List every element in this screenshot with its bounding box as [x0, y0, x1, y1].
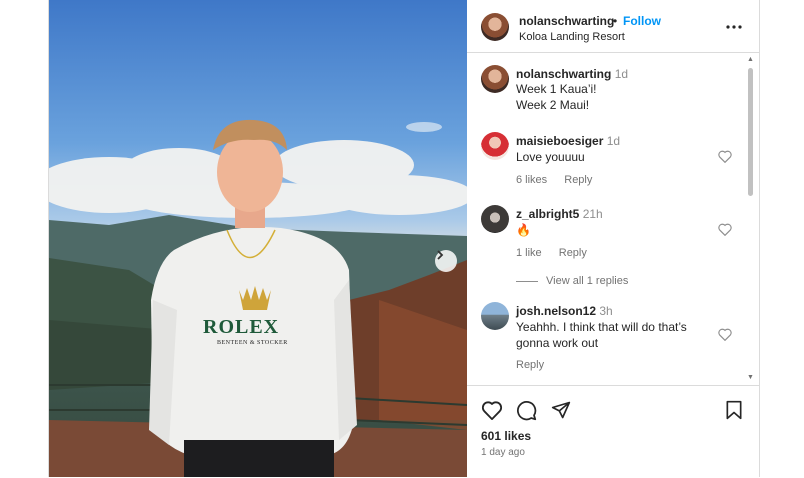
comment-avatar[interactable] — [481, 132, 509, 160]
comment-username[interactable]: josh.nelson12 3h — [516, 304, 613, 318]
comments-list: nolanschwarting 1d Week 1 Kaua’i! Week 2… — [467, 53, 759, 383]
comment-text: Yeahhh. I think that will do that’s gonn… — [516, 319, 687, 351]
comment-line: Week 2 Maui! — [516, 98, 590, 112]
author-avatar[interactable] — [481, 13, 509, 41]
comment-heart-icon[interactable] — [718, 150, 732, 163]
share-icon[interactable] — [551, 400, 571, 420]
comment-text: Love youuuu — [516, 150, 585, 164]
next-photo-button[interactable] — [435, 250, 457, 272]
comment-username[interactable]: nolanschwarting 1d — [516, 67, 628, 81]
bookmark-icon[interactable] — [725, 400, 743, 420]
more-dots-icon — [726, 25, 742, 29]
comments-scrollbar[interactable]: ▲ ▼ — [746, 56, 754, 384]
comment-heart-icon[interactable] — [718, 328, 732, 341]
like-count[interactable]: 601 likes — [481, 429, 531, 443]
comment-line: Week 1 Kaua’i! — [516, 82, 597, 96]
scroll-down-arrow-icon[interactable]: ▼ — [747, 374, 754, 381]
comment-username-text[interactable]: maisieboesiger — [516, 134, 603, 148]
comment-meta: 1 like Reply — [516, 247, 601, 259]
comment-username-text[interactable]: z_albright5 — [516, 207, 579, 221]
comment-username[interactable]: z_albright5 21h — [516, 207, 603, 221]
photo-scene — [49, 119, 467, 477]
comment-time: 1d — [614, 67, 629, 81]
comment-text: 🔥 — [516, 223, 531, 237]
shirt-print-subtext: BENTEEN & STOCKER — [217, 340, 288, 346]
comment-likes[interactable]: 1 like — [516, 247, 542, 259]
view-replies-button[interactable]: View all 1 replies — [516, 275, 628, 287]
comment-time: 3h — [599, 304, 613, 318]
comment-meta: 6 likes Reply — [516, 174, 606, 186]
comment-time: 21h — [582, 207, 603, 221]
comment-avatar[interactable] — [481, 65, 509, 93]
post-photo: ROLEX BENTEEN & STOCKER — [49, 0, 467, 477]
comment-line: gonna work out — [516, 336, 599, 350]
heart-icon[interactable] — [481, 400, 503, 420]
comment-meta: Reply — [516, 359, 558, 371]
comment-reply-button[interactable]: Reply — [564, 174, 592, 186]
separator-dot: • — [613, 14, 618, 28]
follow-button[interactable]: Follow — [623, 14, 661, 28]
post-timestamp[interactable]: 1 day ago — [481, 447, 525, 458]
post-actions: 601 likes 1 day ago — [467, 385, 759, 478]
comment-username-text[interactable]: josh.nelson12 — [516, 304, 596, 318]
comment-avatar[interactable] — [481, 302, 509, 330]
comment-icon[interactable] — [516, 400, 537, 421]
comment-time: 1d — [606, 134, 621, 148]
shirt-print-text: ROLEX — [203, 316, 280, 338]
comment-text: Week 1 Kaua’i! Week 2 Maui! — [516, 81, 597, 113]
post-side-panel: nolanschwarting • Follow Koloa Landing R… — [467, 0, 759, 477]
instagram-post: ROLEX BENTEEN & STOCKER nolanschwarting … — [48, 0, 760, 477]
chevron-right-icon — [437, 250, 444, 260]
comment-reply-button[interactable]: Reply — [516, 359, 544, 371]
comment-line: Yeahhh. I think that will do that’s — [516, 320, 687, 334]
author-username[interactable]: nolanschwarting — [519, 14, 614, 28]
more-options-button[interactable] — [726, 16, 742, 34]
comment-heart-icon[interactable] — [718, 223, 732, 236]
scrollbar-thumb[interactable] — [748, 68, 753, 196]
scroll-up-arrow-icon[interactable]: ▲ — [747, 56, 754, 63]
comment-likes[interactable]: 6 likes — [516, 174, 547, 186]
comment-avatar[interactable] — [481, 205, 509, 233]
comment-username-text[interactable]: nolanschwarting — [516, 67, 611, 81]
comment-username[interactable]: maisieboesiger 1d — [516, 134, 620, 148]
post-location[interactable]: Koloa Landing Resort — [519, 31, 625, 43]
post-header: nolanschwarting • Follow Koloa Landing R… — [467, 0, 759, 53]
comment-reply-button[interactable]: Reply — [559, 247, 587, 259]
